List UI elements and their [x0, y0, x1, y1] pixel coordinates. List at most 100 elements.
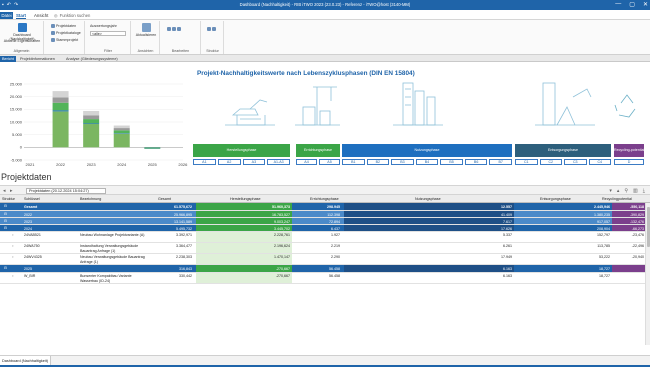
- expand-toggle-icon[interactable]: ⊟: [4, 266, 7, 270]
- module-b1[interactable]: B1: [342, 159, 365, 165]
- function-search[interactable]: ◎ Funktion suchen: [54, 12, 114, 18]
- y-tick-label: -5.000: [11, 157, 23, 162]
- header-entsorgung[interactable]: Entsorgungsphase: [540, 197, 571, 201]
- snapshot-select[interactable]: Projektdaten (20.12.2024 15:04:27): [26, 188, 106, 194]
- name-cell: Instandhaltung Verwaltungsgebäude Bauant…: [80, 244, 139, 253]
- table-row[interactable]: 2023 13.141,589 9.003,247 72.894 7.617 917,05…: [0, 218, 650, 225]
- key-cell: 2025: [24, 266, 32, 271]
- nutzung-fill: [344, 218, 514, 224]
- maximize-button[interactable]: ▢: [629, 1, 635, 8]
- export-icon[interactable]: ⤓: [643, 188, 645, 194]
- bar-segment: [113, 125, 130, 129]
- tab-start[interactable]: Start: [16, 13, 27, 19]
- header-errichtung[interactable]: Errichtungsphase: [310, 197, 339, 201]
- expand-icon: [212, 27, 216, 31]
- header-bezeichnung[interactable]: Bezeichnung: [80, 197, 101, 201]
- filter-icon[interactable]: ⚲: [624, 188, 628, 194]
- close-button[interactable]: ✕: [643, 1, 648, 8]
- table-row[interactable]: Gesamt 61.575,672 51.960,373 298.945 12.557 2…: [0, 203, 650, 211]
- herstellung-cell: 9.003,247: [274, 219, 290, 224]
- header-nutzung[interactable]: Nutzungsphase: [415, 197, 441, 201]
- structure-tools[interactable]: [207, 27, 216, 31]
- header-herstellung[interactable]: Herstellungsphase: [230, 197, 261, 201]
- group-label-bearbeiten: Bearbeiten: [171, 49, 190, 53]
- nav-forward-icon[interactable]: ▸: [10, 188, 13, 194]
- bar-segment: [83, 115, 100, 120]
- year-select[interactable]: <alle>: [90, 31, 126, 36]
- x-tick-label: 2022: [56, 162, 66, 167]
- module-d[interactable]: D: [614, 159, 644, 165]
- projektdaten-button[interactable]: Projektdaten: [51, 24, 76, 28]
- y-tick-label: 20.000: [10, 94, 23, 99]
- module-c3[interactable]: C3: [564, 159, 587, 165]
- module-a1-a3[interactable]: A1-A3: [267, 159, 290, 165]
- gesamt-cell: 5.495,732: [176, 226, 192, 231]
- module-b3[interactable]: B3: [391, 159, 414, 165]
- status-bar: Dashboard (Nachhaltigkeit): [0, 355, 650, 367]
- module-a4[interactable]: A4: [296, 159, 317, 165]
- table-row[interactable]: 2025 316,843 -270,667 56.458 6.163 18,727 ⊟: [0, 265, 650, 273]
- tab-datei[interactable]: Datei: [0, 12, 13, 19]
- document-tabs: Bericht Projektinformationen Analyse (Gl…: [0, 55, 650, 62]
- recycling-cell: -390,829: [629, 212, 644, 217]
- module-c2[interactable]: C2: [539, 159, 562, 165]
- herstellung-cell: -270,667: [275, 266, 290, 271]
- expand-toggle-icon[interactable]: ⊟: [4, 226, 7, 230]
- columns-icon[interactable]: ▥: [633, 188, 638, 194]
- module-c1[interactable]: C1: [515, 159, 538, 165]
- header-gesamt[interactable]: Gesamt: [158, 197, 171, 201]
- y-tick-label: 0: [20, 145, 23, 150]
- projektkataloge-button[interactable]: Projektkataloge: [51, 31, 81, 35]
- module-a3[interactable]: A3: [242, 159, 266, 165]
- table-row[interactable]: 24VAB521 Neubau Wohnanlage Projektvariant…: [0, 232, 650, 243]
- project-icon: [51, 38, 55, 42]
- edit-tools[interactable]: [167, 27, 181, 31]
- module-b6[interactable]: B6: [464, 159, 488, 165]
- module-b2[interactable]: B2: [366, 159, 390, 165]
- vertical-scrollbar[interactable]: [645, 203, 650, 345]
- nutzung-cell: 6.163: [503, 274, 512, 278]
- header-struktur[interactable]: Struktur: [2, 197, 15, 201]
- nav-back-icon[interactable]: ◂: [3, 188, 6, 194]
- expand-toggle-icon[interactable]: ⊟: [4, 204, 7, 208]
- table-row[interactable]: 24WA750 Instandhaltung Verwaltungsgebäude…: [0, 243, 650, 254]
- header-recycling[interactable]: Recyclingpotential: [602, 197, 632, 201]
- module-b7[interactable]: B7: [489, 159, 512, 165]
- ribbon-group-projekt: Projektdaten Projektkataloge Stammprojek…: [45, 21, 85, 54]
- search-placeholder: Funktion suchen: [59, 12, 91, 18]
- minimize-button[interactable]: —: [615, 1, 621, 8]
- group-label-allgemein: Allgemein: [13, 49, 30, 53]
- module-c4[interactable]: C4: [588, 159, 611, 165]
- table-row[interactable]: 2024 5.495,732 3.445,702 6.437 17.626 208,904…: [0, 225, 650, 232]
- title-bar: ▪ ↶ ↷ Dashboard (Nachhaltigkeit) - RIB i…: [0, 0, 650, 10]
- recycling-icon: [614, 94, 636, 118]
- module-b5[interactable]: B5: [440, 159, 463, 165]
- herstellung-cell: 16.783,527: [272, 212, 290, 217]
- x-tick-label: 2024: [117, 162, 127, 167]
- expand-toggle-icon[interactable]: ⊟: [4, 212, 7, 216]
- module-a5[interactable]: A5: [319, 159, 340, 165]
- section-title: Projektdaten: [1, 172, 52, 182]
- module-a1[interactable]: A1: [193, 159, 216, 165]
- ribbon-group-filter: Auswertungsjahr <alle> Filter: [86, 21, 131, 54]
- table-row[interactable]: 24WV4325 Neubau Verwaltungsgebäude Bauant…: [0, 254, 650, 265]
- properties-button[interactable]: Aktuelle Eigenschaften: [2, 39, 42, 43]
- emissions-bar-chart: 25.000 20.000 15.000 10.000 5.000 0 -5.0002021…: [10, 81, 188, 167]
- header-schluessel[interactable]: Schlüssel: [24, 197, 40, 201]
- cut-icon: [167, 27, 171, 31]
- tree-icon: [207, 27, 211, 31]
- recycling-cell: -550,118: [630, 204, 644, 209]
- x-tick-label: 2025: [148, 162, 158, 167]
- stammprojekt-button[interactable]: Stammprojekt: [51, 38, 78, 42]
- collapse-icon[interactable]: ▾: [609, 188, 612, 194]
- table-row[interactable]: 2022 25.966,895 16.783,527 112.398 41.409 1.3…: [0, 211, 650, 218]
- refresh-button[interactable]: Aktualisieren: [134, 23, 158, 37]
- herstellung-cell: 2.196,624: [274, 244, 290, 248]
- bar-segment: [113, 128, 130, 131]
- module-b4[interactable]: B4: [415, 159, 439, 165]
- tab-ansicht[interactable]: Ansicht: [34, 13, 48, 18]
- table-row[interactable]: W_BIR Bunsenter Kompaktbau Variante Wasse…: [0, 273, 650, 284]
- expand-icon[interactable]: ▴: [617, 188, 620, 194]
- expand-toggle-icon[interactable]: ⊟: [4, 219, 7, 223]
- module-a2[interactable]: A2: [217, 159, 241, 165]
